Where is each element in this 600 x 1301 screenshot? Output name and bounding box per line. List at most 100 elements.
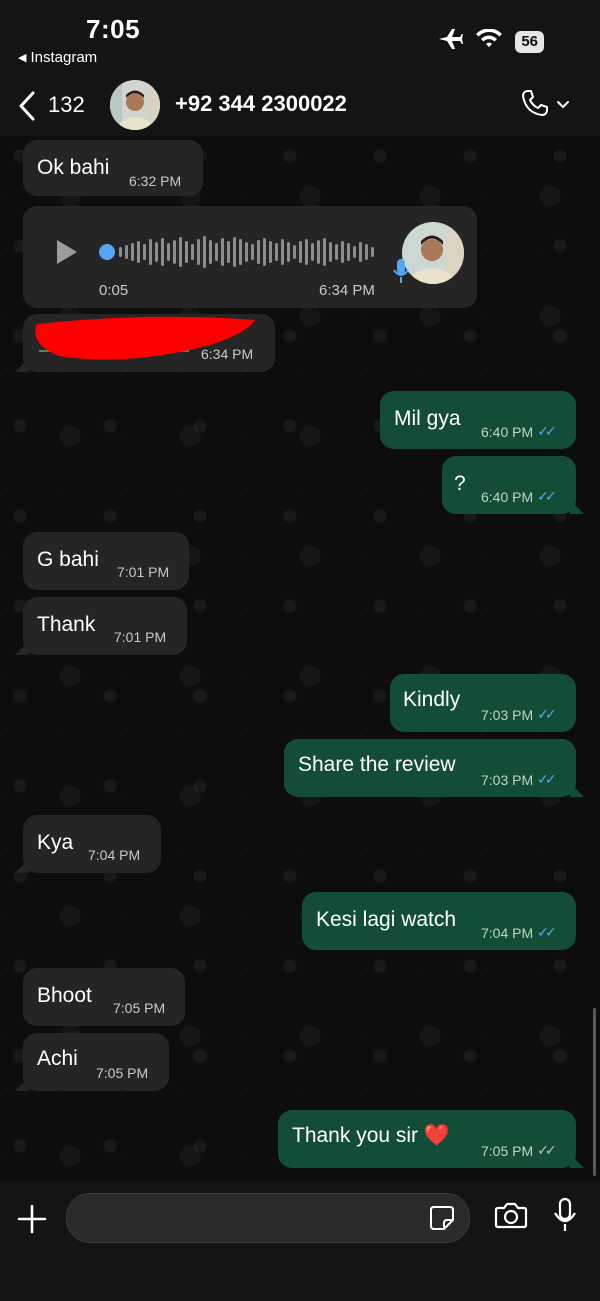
- waveform-bar: [299, 241, 302, 263]
- waveform-bar: [167, 243, 170, 261]
- message-input-container[interactable]: [66, 1193, 470, 1244]
- waveform-bar: [365, 244, 368, 260]
- outgoing-message[interactable]: Share the review 7:03 PM ✓✓: [284, 739, 584, 797]
- waveform-bar: [281, 239, 284, 265]
- outgoing-message[interactable]: Mil gya 6:40 PM ✓✓: [380, 391, 576, 449]
- waveform-bar: [329, 242, 332, 262]
- message-time: 7:01 PM: [117, 564, 170, 580]
- voice-sender-avatar: [402, 222, 464, 284]
- message-text: Kindly: [403, 688, 461, 711]
- message-meta: 7:05 PM: [96, 1065, 148, 1081]
- double-check-icon: ✓✓: [537, 706, 557, 722]
- double-check-icon: ✓✓: [537, 771, 557, 787]
- message-meta: 7:03 PM ✓✓: [481, 706, 557, 723]
- waveform-bar: [197, 239, 200, 265]
- bubble-tail: [570, 500, 584, 514]
- waveform-bar: [209, 240, 212, 264]
- battery-indicator: 56: [515, 30, 544, 53]
- message-time: 7:05 PM: [96, 1065, 149, 1081]
- voice-duration: 0:05: [99, 282, 129, 299]
- incoming-message[interactable]: Kya 7:04 PM: [15, 815, 161, 873]
- back-to-app-link[interactable]: ◀ Instagram: [18, 49, 97, 66]
- message-text: G bahi: [37, 548, 99, 571]
- outgoing-message[interactable]: Kesi lagi watch 7:04 PM ✓✓: [302, 892, 576, 950]
- waveform-bar: [371, 247, 374, 257]
- waveform-bar: [263, 238, 266, 266]
- message-text: Kesi lagi watch: [316, 908, 457, 931]
- message-text: Achi: [37, 1047, 78, 1070]
- message-meta: 7:05 PM ✓✓: [481, 1142, 557, 1159]
- redacted-message[interactable]: 6:34 PM: [15, 314, 275, 372]
- unread-count[interactable]: 132: [48, 92, 85, 118]
- status-time: 7:05: [86, 14, 141, 44]
- play-icon[interactable]: [55, 238, 79, 271]
- message-time: 7:03 PM: [481, 706, 534, 723]
- waveform-bar: [185, 241, 188, 263]
- chevron-left-icon[interactable]: [16, 90, 38, 127]
- outgoing-message[interactable]: Thank you sir ❤️ 7:05 PM ✓✓: [278, 1110, 584, 1168]
- waveform-bar: [257, 240, 260, 264]
- double-check-icon: ✓✓: [537, 488, 557, 504]
- waveform-bar: [137, 241, 140, 263]
- message-meta: 7:01 PM: [117, 564, 169, 580]
- voice-message[interactable]: 0:05 6:34 PM: [23, 206, 477, 308]
- message-text: ?: [454, 472, 466, 495]
- waveform-bar: [341, 241, 344, 263]
- contact-name[interactable]: +92 344 2300022: [175, 91, 347, 117]
- message-meta: 7:04 PM: [88, 847, 140, 863]
- bubble-tail: [15, 1077, 29, 1091]
- message-text: Mil gya: [394, 407, 461, 430]
- contact-avatar[interactable]: [110, 80, 160, 130]
- outgoing-message[interactable]: Kindly 7:03 PM ✓✓: [390, 674, 576, 732]
- waveform-bar: [293, 245, 296, 259]
- outgoing-message[interactable]: ? 6:40 PM ✓✓: [442, 456, 584, 514]
- call-button[interactable]: [520, 88, 570, 123]
- message-text: Kya: [37, 831, 74, 854]
- chat-area[interactable]: Ok bahi 6:32 PM 0:05 6:34 PM 6:34 PM Mil…: [0, 136, 600, 1181]
- message-meta: 6:34 PM: [201, 346, 253, 362]
- waveform-bar: [143, 244, 146, 260]
- incoming-message[interactable]: Achi 7:05 PM: [15, 1033, 169, 1091]
- incoming-message[interactable]: Ok bahi 6:32 PM: [23, 140, 203, 196]
- waveform-bar: [251, 244, 254, 260]
- sticker-icon[interactable]: [429, 1205, 455, 1236]
- waveform-bar: [119, 247, 122, 257]
- incoming-message[interactable]: G bahi 7:01 PM: [23, 532, 189, 590]
- message-time: 6:40 PM: [481, 488, 534, 505]
- waveform-bar: [233, 237, 236, 267]
- waveform-bar: [179, 237, 182, 267]
- chat-scrollbar[interactable]: [593, 1008, 596, 1176]
- message-text: Share the review: [298, 753, 456, 776]
- voice-waveform[interactable]: [97, 234, 377, 270]
- message-meta: 6:32 PM: [129, 173, 181, 189]
- bubble-tail: [570, 1154, 584, 1168]
- double-check-icon: ✓✓: [537, 1142, 557, 1158]
- waveform-bar: [317, 240, 320, 264]
- double-check-icon: ✓✓: [537, 924, 557, 940]
- message-time: 7:01 PM: [114, 629, 167, 645]
- waveform-bar: [245, 242, 248, 262]
- message-meta: 7:04 PM ✓✓: [481, 924, 557, 941]
- top-bar: 7:05 ◀ Instagram 56 132 +92 344 2300022: [0, 0, 600, 136]
- message-time: 7:04 PM: [481, 924, 534, 941]
- status-icons: 56: [437, 28, 544, 55]
- camera-icon[interactable]: [494, 1201, 528, 1234]
- phone-icon: [520, 88, 550, 123]
- message-meta: 7:05 PM: [113, 1000, 165, 1016]
- microphone-icon: [393, 258, 409, 289]
- bubble-tail: [15, 641, 29, 655]
- incoming-message[interactable]: Thank 7:01 PM: [15, 597, 187, 655]
- message-meta: 7:01 PM: [114, 629, 166, 645]
- message-meta: 6:40 PM ✓✓: [481, 423, 557, 440]
- waveform-bar: [173, 240, 176, 264]
- waveform-bar: [323, 238, 326, 266]
- chevron-down-icon: [556, 97, 570, 115]
- plus-icon[interactable]: [16, 1203, 48, 1240]
- back-triangle-icon: ◀: [18, 52, 27, 64]
- message-input[interactable]: [85, 1194, 419, 1244]
- incoming-message[interactable]: Bhoot 7:05 PM: [23, 968, 185, 1026]
- waveform-bar: [305, 239, 308, 265]
- composer-bar: [0, 1181, 600, 1301]
- microphone-icon[interactable]: [552, 1197, 578, 1238]
- message-text: Ok bahi: [37, 156, 110, 179]
